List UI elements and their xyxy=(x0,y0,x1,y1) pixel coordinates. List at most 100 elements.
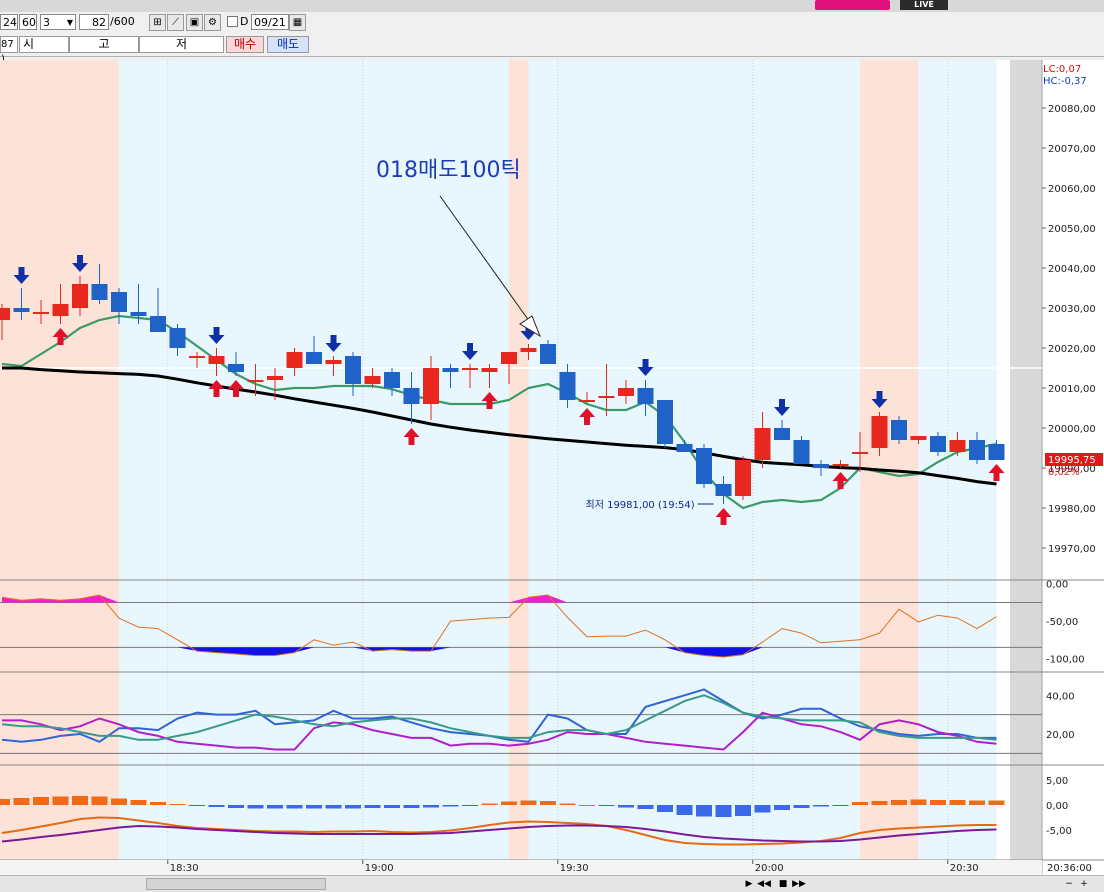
candle-up xyxy=(735,460,751,496)
panel3-hist-bar xyxy=(598,805,615,806)
panel3-hist-bar xyxy=(852,802,868,805)
candle-up xyxy=(832,464,849,466)
candle-up xyxy=(189,356,205,358)
panel3-tick-label: 5,00 xyxy=(1046,776,1068,787)
date-checkbox[interactable] xyxy=(227,16,238,27)
panel3-hist-bar xyxy=(540,801,556,805)
forward-icon[interactable]: ▶▶ xyxy=(792,877,806,891)
rewind-icon[interactable]: ◀◀ xyxy=(757,877,771,891)
candle-up xyxy=(325,360,342,364)
interval-field[interactable]: 60 xyxy=(19,14,37,30)
time-axis-area xyxy=(0,860,1042,875)
candle-up xyxy=(267,376,283,380)
candle-down xyxy=(637,388,654,404)
candle-down xyxy=(696,448,712,484)
candle-up xyxy=(52,304,69,316)
panel3-hist-bar xyxy=(442,805,459,807)
panel3-tick-label: -5,00 xyxy=(1046,826,1072,837)
panel3-hist-bar xyxy=(676,805,693,815)
count-max-label: /600 xyxy=(110,15,135,28)
gear-icon[interactable]: ⚙ xyxy=(204,14,221,31)
time-tick-label: 20:00 xyxy=(755,863,784,874)
panel2-tick-label: 20,00 xyxy=(1046,730,1075,741)
panel3-hist-bar xyxy=(793,805,810,808)
zoom-out-icon[interactable]: − xyxy=(1062,877,1076,891)
count-field[interactable]: 82 xyxy=(79,14,109,30)
bottom-scrollbar[interactable]: ▶ ◀◀ ■ ▶▶ − + xyxy=(0,875,1104,892)
candle-icon[interactable]: ⊞ xyxy=(149,14,166,31)
panel3-hist-bar xyxy=(111,798,127,805)
sell-button[interactable]: 매도 xyxy=(267,36,309,53)
live-button[interactable]: LIVE xyxy=(900,0,948,10)
candle-up xyxy=(286,352,303,368)
toolbar: 240 60 3 ▼ 82 /600 ⊞ ⟋ ▣ ⚙ D 09/21 ▦ xyxy=(0,12,1104,35)
candle-up xyxy=(852,452,868,454)
multiplier-value: 3 xyxy=(43,16,50,29)
calendar-icon[interactable]: ▦ xyxy=(289,14,306,31)
candle-up xyxy=(247,380,264,382)
candle-up xyxy=(481,368,498,372)
price-tick-label: 19970,00 xyxy=(1048,544,1096,555)
candle-down xyxy=(930,436,946,452)
chart-area[interactable]: 19970,00 19980,00 19990,00 20000,00 20010,00… xyxy=(0,60,1104,875)
line-chart-icon[interactable]: ⟋ xyxy=(167,14,184,31)
panel3-hist-bar xyxy=(559,803,576,805)
panel3-hist-bar xyxy=(345,805,361,809)
play-icon[interactable]: ▶ xyxy=(742,877,756,891)
chevron-down-icon: ▼ xyxy=(66,18,73,27)
candle-down xyxy=(150,316,166,332)
time-current-label: 20:36:00 xyxy=(1047,863,1092,874)
price-tick-label: 20030,00 xyxy=(1048,304,1096,315)
price-tick-label: 20060,00 xyxy=(1048,184,1096,195)
panel3-hist-bar xyxy=(247,805,264,809)
candle-down xyxy=(715,484,732,496)
panel3-hist-bar xyxy=(52,796,69,805)
candle-down xyxy=(891,420,907,440)
multiplier-select[interactable]: 3 ▼ xyxy=(40,14,76,30)
axis-gutter xyxy=(1010,60,1042,860)
annotation-text: 018매도100틱 xyxy=(376,158,521,183)
save-icon[interactable]: ▣ xyxy=(186,14,203,31)
date-field[interactable]: 09/21 xyxy=(251,14,289,30)
candle-down xyxy=(988,444,1005,460)
candlestick-chart[interactable]: 19970,0019980,0019990,0020000,0020010,00… xyxy=(0,60,1104,875)
candle-up xyxy=(0,308,10,320)
price-tick-label: 20080,00 xyxy=(1048,104,1096,115)
panel3-hist-bar xyxy=(520,800,537,805)
candle-up xyxy=(910,436,927,440)
stop-icon[interactable]: ■ xyxy=(776,877,790,891)
panel3-hist-bar xyxy=(403,805,420,808)
candle-up xyxy=(33,312,49,314)
session-zone xyxy=(860,60,919,860)
code-field[interactable]: 240 xyxy=(0,14,18,30)
price-prefix: 87 ) xyxy=(0,36,18,65)
candle-up xyxy=(618,388,634,396)
high-label: 고 xyxy=(69,36,139,53)
panel3-hist-bar xyxy=(618,805,634,808)
time-tick-label: 19:00 xyxy=(365,863,394,874)
panel3-hist-bar xyxy=(0,799,10,805)
panel3-hist-bar xyxy=(696,805,712,817)
buy-button[interactable]: 매수 xyxy=(226,36,264,53)
live-badge[interactable] xyxy=(815,0,890,10)
scroll-thumb[interactable] xyxy=(146,878,326,890)
panel3-hist-bar xyxy=(715,805,732,817)
panel1-tick-label: 0,00 xyxy=(1046,580,1068,591)
candle-down xyxy=(442,368,459,372)
candle-down xyxy=(774,428,790,440)
lc-label: LC:0,07 xyxy=(1043,64,1081,75)
candle-up xyxy=(72,284,88,308)
candle-down xyxy=(403,388,420,404)
candle-up xyxy=(423,368,439,404)
price-tick-label: 20050,00 xyxy=(1048,224,1096,235)
zoom-in-icon[interactable]: + xyxy=(1077,877,1091,891)
panel1-oversold-fill xyxy=(411,647,431,652)
panel3-hist-bar xyxy=(579,805,595,806)
panel3-hist-bar xyxy=(423,805,439,808)
panel3-hist-bar xyxy=(72,796,88,805)
panel3-hist-bar xyxy=(930,800,946,805)
panel3-hist-bar xyxy=(384,805,400,808)
panel3-hist-bar xyxy=(13,798,30,805)
candle-down xyxy=(540,344,556,364)
panel3-hist-bar xyxy=(208,805,225,807)
